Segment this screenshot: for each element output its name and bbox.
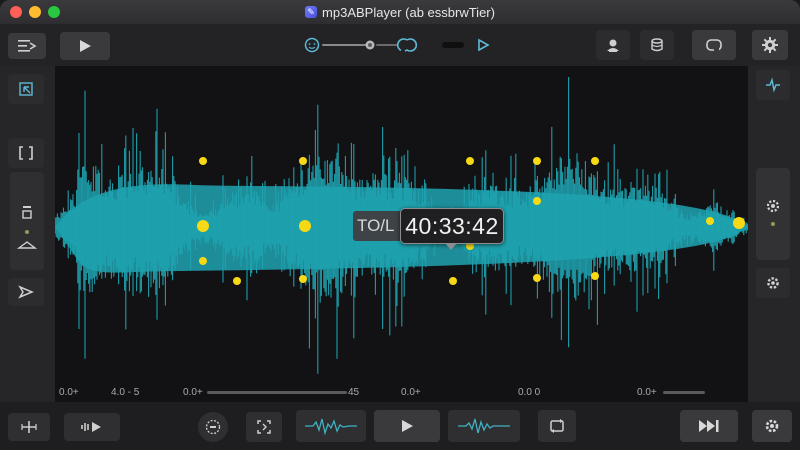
window-title-text: mp3ABPlayer (ab essbrwTier): [322, 4, 495, 20]
send-button[interactable]: [8, 278, 44, 306]
add-icon: [21, 421, 37, 433]
repeat-button[interactable]: [538, 410, 576, 442]
ruler-range-bar: [663, 391, 705, 394]
marker-dot[interactable]: [199, 157, 207, 165]
select-region-icon: [19, 82, 33, 96]
database-icon: [651, 38, 663, 52]
marker-dot[interactable]: [233, 277, 241, 285]
select-region-button[interactable]: [8, 74, 44, 104]
gear-icon: [766, 199, 780, 226]
profile-icon: [607, 39, 619, 52]
zoom-window-button[interactable]: [48, 6, 60, 18]
window-controls: [10, 6, 60, 18]
ruler-tick: 4.0 - 5: [111, 387, 140, 398]
marker-dot[interactable]: [591, 157, 599, 165]
slider-icons: [17, 206, 37, 249]
expand-button[interactable]: [8, 138, 44, 168]
marker-dot[interactable]: [733, 217, 745, 229]
list-menu-icon: [18, 40, 37, 52]
ruler-tick: 0.0+: [59, 387, 79, 398]
marker-dot[interactable]: [299, 220, 311, 232]
pulse-button[interactable]: [756, 70, 790, 100]
marker-dot[interactable]: [706, 217, 714, 225]
transport-controls: [298, 32, 503, 58]
title-bar: ✎ mp3ABPlayer (ab essbrwTier): [0, 0, 800, 24]
ruler-tick: 0.0+: [637, 387, 657, 398]
waveform-b-button[interactable]: [448, 410, 520, 442]
send-icon: [18, 285, 34, 299]
record-button[interactable]: [198, 412, 228, 442]
menu-button[interactable]: [8, 33, 46, 59]
play-icon: [402, 420, 413, 432]
waveform-icon: [458, 418, 510, 434]
marker-dot[interactable]: [299, 157, 307, 165]
play-button[interactable]: [60, 32, 110, 60]
marker-dot[interactable]: [199, 257, 207, 265]
loop-icon: [706, 39, 722, 52]
ruler-tick: 45: [348, 387, 360, 398]
waveform-icon: [305, 418, 357, 436]
add-marker-button[interactable]: [8, 413, 50, 441]
loop-button[interactable]: [692, 30, 736, 60]
pulse-icon: [766, 77, 780, 93]
settings-button-top[interactable]: [752, 30, 788, 60]
database-button[interactable]: [640, 30, 674, 60]
marker-dot[interactable]: [299, 275, 307, 283]
marker-dot[interactable]: [449, 277, 457, 285]
crop-button[interactable]: [246, 412, 282, 442]
gear-icon: [762, 37, 778, 53]
skip-forward-icon: [699, 420, 719, 432]
current-time-tooltip: 40:33:42: [400, 208, 504, 250]
record-icon: [205, 419, 221, 435]
play-icon: [80, 40, 91, 52]
marker-dot[interactable]: [533, 157, 541, 165]
wave-audio-icon: [81, 422, 101, 432]
gear-icon: [765, 419, 779, 433]
ruler-tick: 0.0+: [401, 387, 421, 398]
crop-icon: [257, 420, 271, 434]
app-window: ✎ mp3ABPlayer (ab essbrwTier) TO/L 40:33…: [0, 0, 800, 450]
transport-strip: [304, 37, 490, 53]
close-window-button[interactable]: [10, 6, 22, 18]
time-ruler[interactable]: 0.0+ 4.0 - 5 0.0+ 45 0.0+ 0.0 0 0.0+: [55, 384, 748, 402]
ruler-tick: 0.0+: [183, 387, 203, 398]
gear-icon: [767, 277, 779, 289]
marker-dot[interactable]: [533, 197, 541, 205]
waveform-a-button[interactable]: [296, 410, 366, 442]
ruler-range-bar: [207, 391, 347, 394]
minimize-window-button[interactable]: [29, 6, 41, 18]
ruler-tick: 0.0 0: [518, 387, 541, 398]
brackets-icon: [19, 146, 33, 160]
marker-dot[interactable]: [533, 274, 541, 282]
repeat-icon: [550, 419, 564, 433]
app-icon: ✎: [305, 6, 318, 18]
audio-mode-button[interactable]: [64, 413, 120, 441]
settings-button-bottom[interactable]: [752, 410, 792, 442]
marker-dot[interactable]: [197, 220, 209, 232]
marker-label: TO/L: [353, 211, 407, 241]
side-slider[interactable]: [10, 172, 44, 270]
skip-forward-button[interactable]: [680, 410, 738, 442]
window-title: ✎ mp3ABPlayer (ab essbrwTier): [305, 5, 495, 20]
settings-button-right[interactable]: [756, 268, 790, 298]
profile-button[interactable]: [596, 30, 630, 60]
marker-dot[interactable]: [466, 157, 474, 165]
play-button-bottom[interactable]: [374, 410, 440, 442]
right-settings-panel[interactable]: [756, 168, 790, 260]
marker-dot[interactable]: [591, 272, 599, 280]
